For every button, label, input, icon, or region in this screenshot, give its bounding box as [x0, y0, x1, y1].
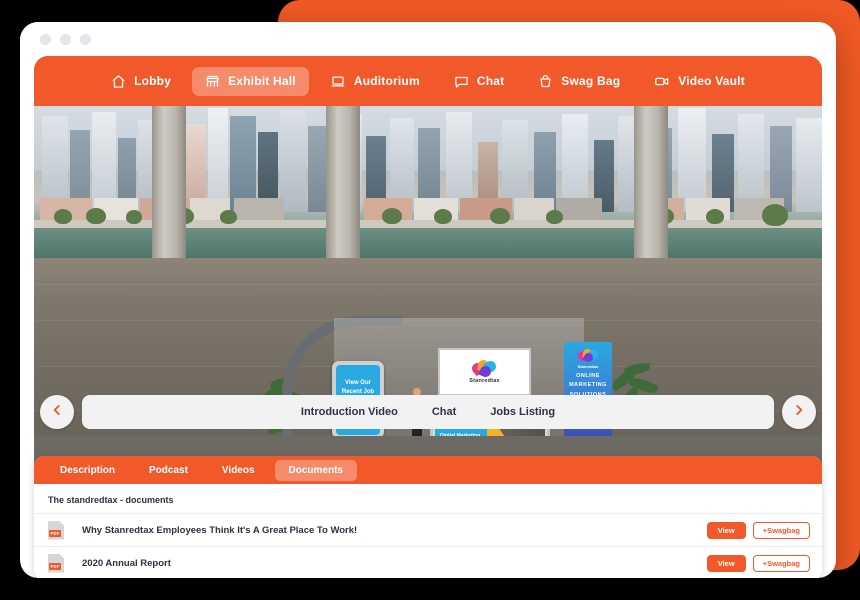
nav-label-exhibit-hall: Exhibit Hall [228, 74, 296, 88]
shopping-bag-icon [538, 74, 553, 89]
subtab-videos[interactable]: Videos [208, 460, 269, 481]
chevron-left-icon [50, 403, 64, 422]
nav-label-chat: Chat [476, 74, 505, 88]
window-dot-maximize[interactable] [80, 33, 91, 45]
nav-item-exhibit-hall[interactable]: Exhibit Hall [192, 66, 309, 96]
documents-section-title: The standredtax - documents [48, 495, 174, 505]
content-subtabs: Description Podcast Videos Documents [34, 456, 822, 484]
pdf-badge-label: PDF [49, 529, 61, 537]
nav-item-chat[interactable]: Chat [441, 67, 517, 96]
document-name: 2020 Annual Report [82, 557, 171, 569]
carousel-tab-strip: Introduction Video Chat Jobs Listing [82, 395, 774, 429]
nav-item-swag-bag[interactable]: Swag Bag [525, 67, 633, 96]
window-dot-minimize[interactable] [60, 33, 71, 45]
carousel-tab-jobs-listing[interactable]: Jobs Listing [490, 406, 555, 418]
browser-titlebar [20, 22, 836, 56]
nav-label-lobby: Lobby [134, 74, 172, 88]
video-camera-icon [654, 74, 670, 89]
home-icon [111, 74, 126, 89]
pdf-file-icon: PDF [48, 553, 64, 573]
carousel-next-button[interactable] [782, 395, 816, 429]
subtab-documents[interactable]: Documents [274, 459, 357, 481]
exhibit-hall-scene[interactable]: View Our Recent Job Openings. Click Here [34, 106, 822, 436]
booth-screen-brand: Stanredtax [469, 378, 500, 384]
add-to-swagbag-button[interactable]: +Swagbag [752, 554, 810, 572]
nav-item-lobby[interactable]: Lobby [98, 67, 184, 96]
booth-tabs-carousel: Introduction Video Chat Jobs Listing [34, 388, 822, 436]
subtab-podcast[interactable]: Podcast [135, 460, 202, 481]
chevron-right-icon [792, 403, 806, 422]
table-row[interactable]: PDF 2020 Annual Report View +Swagbag [34, 546, 822, 578]
window-dot-close[interactable] [40, 33, 51, 45]
add-to-swagbag-button[interactable]: +Swagbag [752, 521, 810, 539]
nav-label-swag-bag: Swag Bag [561, 74, 621, 88]
chat-bubble-icon [454, 74, 469, 89]
view-button[interactable]: View [706, 554, 746, 572]
subtab-description[interactable]: Description [46, 460, 129, 481]
browser-window: Lobby Exhibit Hall Auditorium Chat Swag … [20, 22, 836, 578]
standee-logo-icon [576, 348, 600, 364]
nav-label-auditorium: Auditorium [353, 74, 420, 88]
pdf-badge-label: PDF [49, 562, 61, 570]
main-navigation: Lobby Exhibit Hall Auditorium Chat Swag … [34, 56, 822, 106]
carousel-prev-button[interactable] [40, 395, 74, 429]
nav-item-video-vault[interactable]: Video Vault [641, 67, 758, 96]
nav-item-auditorium[interactable]: Auditorium [317, 67, 433, 96]
view-button[interactable]: View [706, 521, 746, 539]
carousel-tab-introduction-video[interactable]: Introduction Video [301, 406, 398, 418]
document-actions: View +Swagbag [706, 554, 810, 572]
document-actions: View +Swagbag [706, 521, 810, 539]
page-root: Lobby Exhibit Hall Auditorium Chat Swag … [0, 0, 860, 600]
carousel-tab-chat[interactable]: Chat [432, 406, 456, 418]
nav-label-video-vault: Video Vault [678, 74, 745, 88]
booth-content-panel: Description Podcast Videos Documents The… [34, 456, 822, 578]
pdf-file-icon: PDF [48, 520, 64, 540]
document-name: Why Stanredtax Employees Think It's A Gr… [82, 524, 358, 536]
standee-brand: Stanredtax [577, 364, 599, 369]
table-row[interactable]: PDF Why Stanredtax Employees Think It's … [34, 513, 822, 546]
storefront-icon [205, 74, 220, 89]
stanredtax-logo-icon [469, 358, 498, 379]
laptop-icon [330, 74, 346, 89]
